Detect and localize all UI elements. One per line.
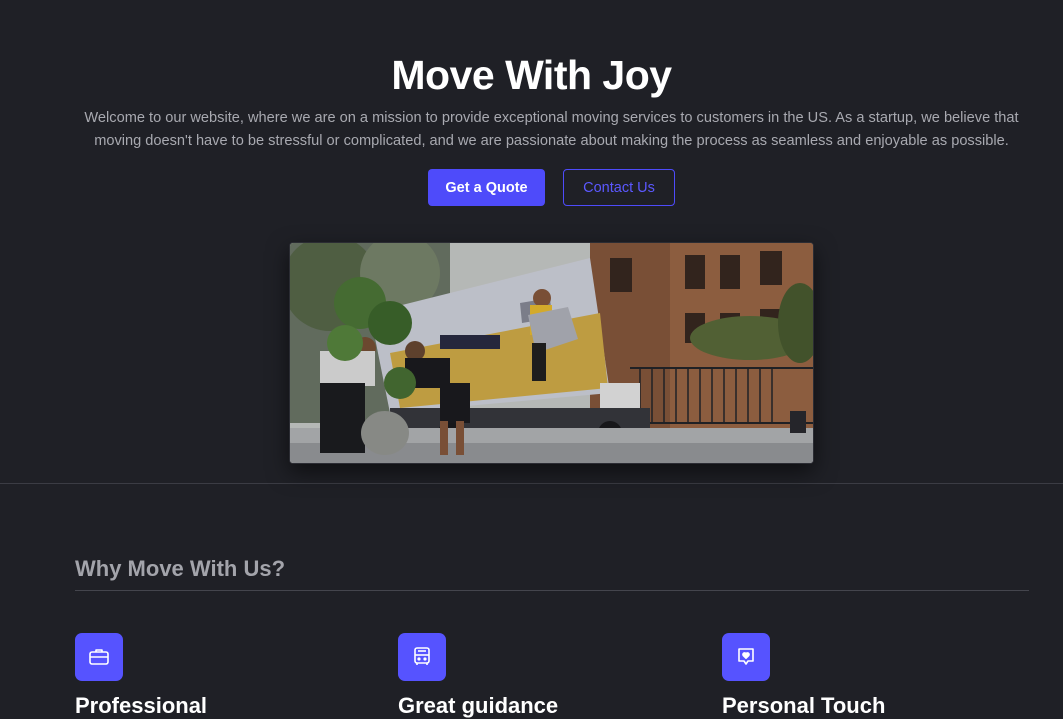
hero-title: Move With Joy — [391, 52, 672, 98]
feature-title: Professional — [75, 693, 208, 718]
why-section: Why Move With Us? Professional Great gui… — [0, 484, 1063, 718]
feature-great-guidance: Great guidance — [398, 633, 698, 719]
hero-description: Welcome to our website, where we are on … — [84, 110, 1019, 149]
divider — [75, 590, 1029, 591]
bus-icon — [398, 633, 446, 681]
hero-image — [289, 242, 814, 464]
heart-chat-icon — [722, 633, 770, 681]
feature-professional: Professional — [75, 633, 375, 719]
feature-title: Great guidance — [398, 693, 559, 718]
why-title: Why Move With Us? — [75, 556, 286, 581]
feature-title: Personal Touch — [722, 693, 886, 718]
hero-section: Move With Joy Welcome to our website, wh… — [0, 0, 1063, 484]
get-quote-button[interactable]: Get a Quote — [428, 169, 545, 206]
feature-personal-touch: Personal Touch — [722, 633, 1022, 719]
contact-us-button[interactable]: Contact Us — [563, 169, 675, 206]
briefcase-icon — [75, 633, 123, 681]
